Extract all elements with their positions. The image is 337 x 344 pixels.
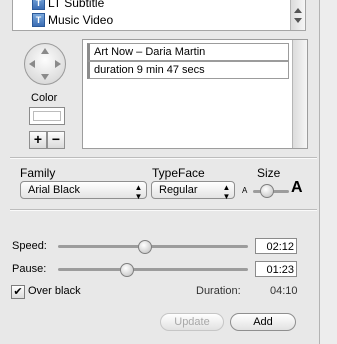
text-line-field[interactable]: Art Now – Daria Martin [87, 43, 289, 61]
list-item-label: Music Video [48, 13, 114, 27]
text-clip-icon: T [32, 13, 45, 27]
over-black-checkbox[interactable]: ✔ [11, 285, 25, 299]
size-label: Size [257, 166, 281, 180]
popup-arrows-icon: ▲▼ [222, 183, 231, 201]
typeface-select[interactable]: Regular ▲▼ [151, 181, 235, 201]
pause-label: Pause: [12, 263, 47, 275]
family-select[interactable]: Arial Black ▲▼ [20, 181, 147, 201]
direction-pad-icon[interactable] [24, 43, 66, 85]
family-label: Family [20, 166, 56, 180]
size-small-icon: A [242, 186, 248, 195]
duration-value: 04:10 [270, 285, 298, 297]
speed-label: Speed: [12, 240, 47, 252]
add-button[interactable]: Add [230, 313, 296, 331]
speed-slider-track[interactable] [58, 245, 248, 248]
list-item[interactable]: T Music Video [13, 12, 291, 27]
arrow-up-icon[interactable] [41, 48, 49, 54]
pause-value-field[interactable]: 01:23 [255, 261, 297, 277]
color-well[interactable] [29, 107, 65, 125]
list-item[interactable]: T LT Subtitle [13, 0, 291, 10]
remove-color-button[interactable]: − [47, 131, 65, 149]
update-button[interactable]: Update [160, 313, 224, 331]
speed-value-field[interactable]: 02:12 [255, 238, 297, 254]
typeface-label: TypeFace [152, 166, 205, 180]
family-value: Arial Black [28, 184, 80, 196]
popup-arrows-icon: ▲▼ [134, 183, 143, 201]
text-list-scrollbar[interactable] [292, 40, 307, 148]
text-clip-icon: T [32, 0, 45, 10]
duration-label: Duration: [196, 285, 241, 297]
list-item-label: LT Subtitle [48, 0, 105, 10]
arrow-right-icon[interactable] [55, 60, 61, 68]
text-lines-list[interactable]: Art Now – Daria Martin duration 9 min 47… [82, 39, 308, 149]
over-black-label: Over black [28, 285, 81, 297]
add-color-button[interactable]: + [29, 131, 47, 149]
scroll-down-icon[interactable] [294, 18, 302, 23]
scroll-up-icon[interactable] [294, 8, 302, 13]
window-edge [320, 0, 337, 344]
clip-list-scrollbar[interactable] [290, 0, 305, 30]
divider [10, 209, 317, 211]
speed-slider-knob[interactable] [137, 240, 152, 254]
size-slider-knob[interactable] [259, 184, 274, 198]
color-label: Color [31, 92, 58, 104]
size-large-icon: A [291, 179, 303, 196]
text-line-field[interactable]: duration 9 min 47 secs [87, 61, 289, 79]
arrow-down-icon[interactable] [41, 74, 49, 80]
clip-list[interactable]: T LT Subtitle T Music Video [12, 0, 306, 31]
typeface-value: Regular [159, 184, 198, 196]
arrow-left-icon[interactable] [29, 60, 35, 68]
pause-slider-knob[interactable] [120, 263, 135, 277]
divider [10, 157, 317, 159]
pause-slider-track[interactable] [58, 268, 248, 271]
